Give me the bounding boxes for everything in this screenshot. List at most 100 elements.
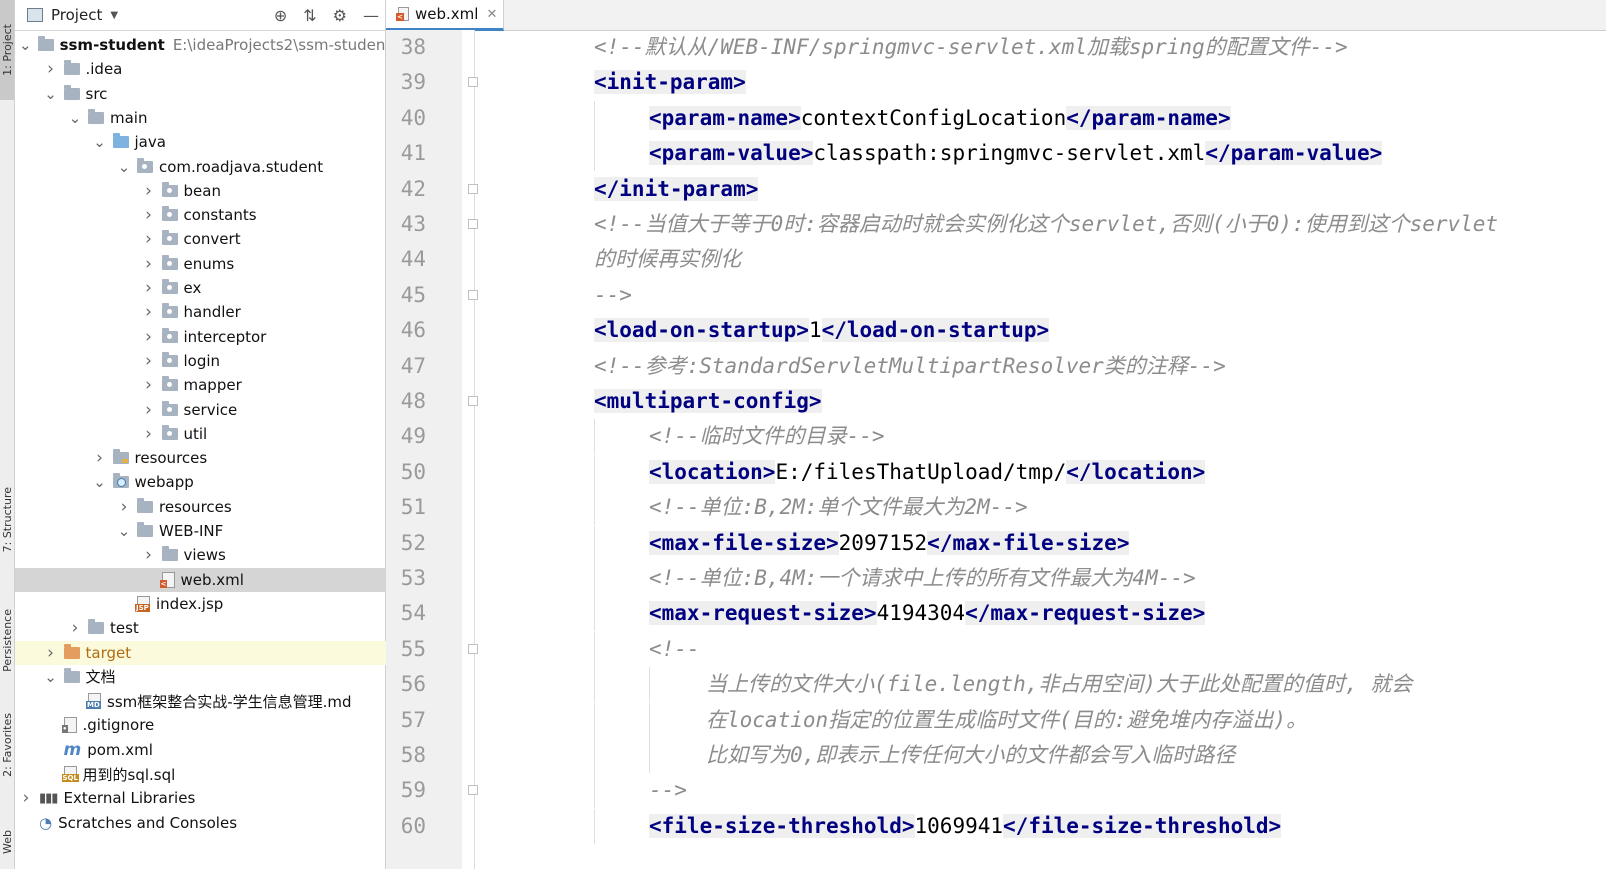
tree-item[interactable]: › ▮▮▮ External Libraries — [15, 786, 389, 810]
chevron-right-icon[interactable]: › — [142, 327, 156, 347]
chevron-right-icon[interactable]: › — [142, 205, 156, 225]
tab-web-xml[interactable]: < web.xml ✕ — [386, 0, 504, 31]
tree-item[interactable]: › test — [15, 616, 438, 640]
chevron-right-icon[interactable]: › — [142, 254, 156, 274]
tool-window-tab-2[interactable]: Persistence — [0, 590, 14, 690]
tree-item[interactable]: ⌄ 文档 — [15, 665, 414, 689]
close-icon[interactable]: ✕ — [486, 7, 497, 22]
tree-item[interactable]: m pom.xml — [15, 738, 414, 762]
chevron-right-icon[interactable]: › — [117, 497, 131, 517]
tree-item[interactable]: ⌄ main — [15, 106, 438, 130]
line-number: 50 — [400, 459, 426, 484]
tree-item[interactable]: • .gitignore — [15, 713, 414, 737]
folder-icon — [63, 84, 80, 100]
chevron-right-icon[interactable]: › — [142, 181, 156, 201]
indent-guide — [594, 631, 595, 667]
tool-window-tab-3[interactable]: 2: Favorites — [0, 700, 14, 790]
package-icon — [137, 157, 153, 173]
chevron-right-icon[interactable]: › — [44, 643, 58, 663]
chevron-right-icon[interactable]: › — [93, 448, 107, 468]
indent-guide — [594, 100, 595, 136]
hide-panel-icon[interactable]: — — [363, 6, 379, 25]
fold-marker-icon[interactable] — [468, 219, 478, 229]
collapse-all-icon[interactable]: ⇅ — [303, 6, 316, 25]
tree-item[interactable]: ◔ Scratches and Consoles — [15, 811, 389, 835]
package-icon — [161, 424, 178, 440]
code-line: 44 的时候再实例化 — [386, 242, 1606, 277]
tree-item-label: src — [85, 84, 108, 103]
editor: < web.xml ✕ 38 <!--默认从/WEB-INF/springmvc-… — [386, 0, 1606, 869]
chevron-right-icon[interactable]: › — [142, 351, 156, 371]
fold-marker-icon[interactable] — [468, 289, 478, 300]
tree-item[interactable]: ⌄ ssm-student E:\ideaProjects2\ssm-student — [15, 33, 391, 57]
xml-tag: </param-name> — [1066, 105, 1231, 130]
tool-window-tab-0[interactable]: 1: Project — [0, 0, 14, 100]
chevron-right-icon[interactable]: › — [68, 618, 82, 638]
tree-item[interactable]: › target — [15, 640, 414, 665]
chevron-down-icon[interactable]: ⌄ — [117, 159, 131, 174]
code-line: 45 --> — [386, 278, 1606, 313]
code-line: 47 <!--参考:StandardServletMultipartResolve… — [386, 349, 1606, 384]
project-view-selector[interactable]: Project — [51, 6, 102, 24]
jsp-file-icon: JSP — [135, 595, 150, 612]
tree-item[interactable]: MD ssm框架整合实战-学生信息管理.md — [15, 689, 438, 713]
tool-window-tab-4[interactable]: Web — [0, 815, 14, 869]
chevron-right-icon[interactable]: › — [142, 545, 156, 565]
chevron-down-icon[interactable]: ⌄ — [93, 475, 107, 490]
fold-marker-icon[interactable] — [468, 396, 478, 406]
chevron-right-icon[interactable]: › — [142, 278, 156, 298]
xml-text: E:/filesThatUpload/tmp/ — [775, 459, 1067, 484]
chevron-down-icon[interactable]: ⌄ — [117, 524, 131, 539]
code-text: 当上传的文件大小(file.length,非占用空间)大于此处配置的值时, 就会 — [706, 667, 1412, 702]
indent-guide — [594, 561, 595, 596]
chevron-right-icon[interactable]: › — [142, 229, 156, 249]
chevron-right-icon[interactable]: › — [44, 59, 58, 79]
code-line: 57 在location指定的位置生成临时文件(目的:避免堆内存溢出)。 — [386, 702, 1606, 738]
fold-marker-icon[interactable] — [468, 77, 478, 88]
chevron-right-icon[interactable]: › — [19, 788, 33, 808]
line-number: 51 — [400, 495, 426, 520]
line-number: 44 — [400, 247, 426, 272]
package-icon — [161, 303, 178, 319]
chevron-down-icon[interactable]: ⌄ — [44, 669, 58, 684]
line-number: 41 — [400, 141, 426, 166]
code-text: <max-request-size>4194304</max-request-s… — [649, 596, 1206, 631]
code-line: 39 <init-param> — [386, 65, 1606, 100]
xml-tag: </file-size-threshold> — [1003, 813, 1282, 838]
xml-comment: --> — [594, 282, 632, 307]
chevron-right-icon[interactable]: › — [142, 302, 156, 322]
tree-item-label: enums — [183, 254, 235, 273]
fold-marker-icon[interactable] — [468, 643, 478, 654]
project-view-icon — [27, 8, 43, 22]
indent-guide — [594, 808, 595, 844]
folder-icon — [88, 619, 104, 635]
locate-file-icon[interactable]: ⊕ — [274, 6, 287, 25]
fold-marker-icon[interactable] — [468, 183, 478, 194]
tree-item-label: .gitignore — [82, 716, 155, 735]
chevron-right-icon[interactable]: › — [142, 400, 156, 420]
chevron-down-icon[interactable]: ▼ — [110, 10, 118, 21]
xml-comment: 在location指定的位置生成临时文件(目的:避免堆内存溢出)。 — [706, 707, 1308, 732]
chevron-down-icon[interactable]: ⌄ — [19, 38, 32, 53]
chevron-right-icon[interactable]: › — [142, 424, 156, 444]
code-line: 43 <!--当值大于等于0时:容器启动时就会实例化这个servlet,否则(小于… — [386, 207, 1606, 242]
chevron-right-icon[interactable]: › — [142, 375, 156, 395]
tree-item[interactable]: SQL 用到的sql.sql — [15, 762, 414, 786]
code-line: 50 <location>E:/filesThatUpload/tmp/</loc… — [386, 454, 1606, 490]
tree-item[interactable]: ⌄ src — [15, 82, 414, 106]
tree-item[interactable]: › .idea — [15, 57, 414, 81]
fold-marker-icon[interactable] — [468, 785, 478, 796]
xml-text: 2097152 — [838, 530, 928, 555]
code-text: <param-value>classpath:springmvc-servlet… — [649, 136, 1383, 171]
gear-icon[interactable]: ⚙ — [333, 6, 347, 25]
chevron-down-icon[interactable]: ⌄ — [44, 86, 58, 101]
code-text: <init-param> — [594, 65, 746, 100]
tool-window-tab-1[interactable]: 7: Structure — [0, 470, 14, 570]
code-line: 38 <!--默认从/WEB-INF/springmvc-servlet.xml加… — [386, 30, 1606, 65]
line-number: 42 — [400, 176, 426, 201]
chevron-down-icon[interactable]: ⌄ — [68, 110, 82, 125]
tree-item-label: bean — [183, 181, 221, 200]
indent-guide — [649, 738, 650, 773]
chevron-down-icon[interactable]: ⌄ — [93, 135, 107, 150]
xml-comment: <!--参考:StandardServletMultipartResolver类… — [594, 353, 1226, 378]
